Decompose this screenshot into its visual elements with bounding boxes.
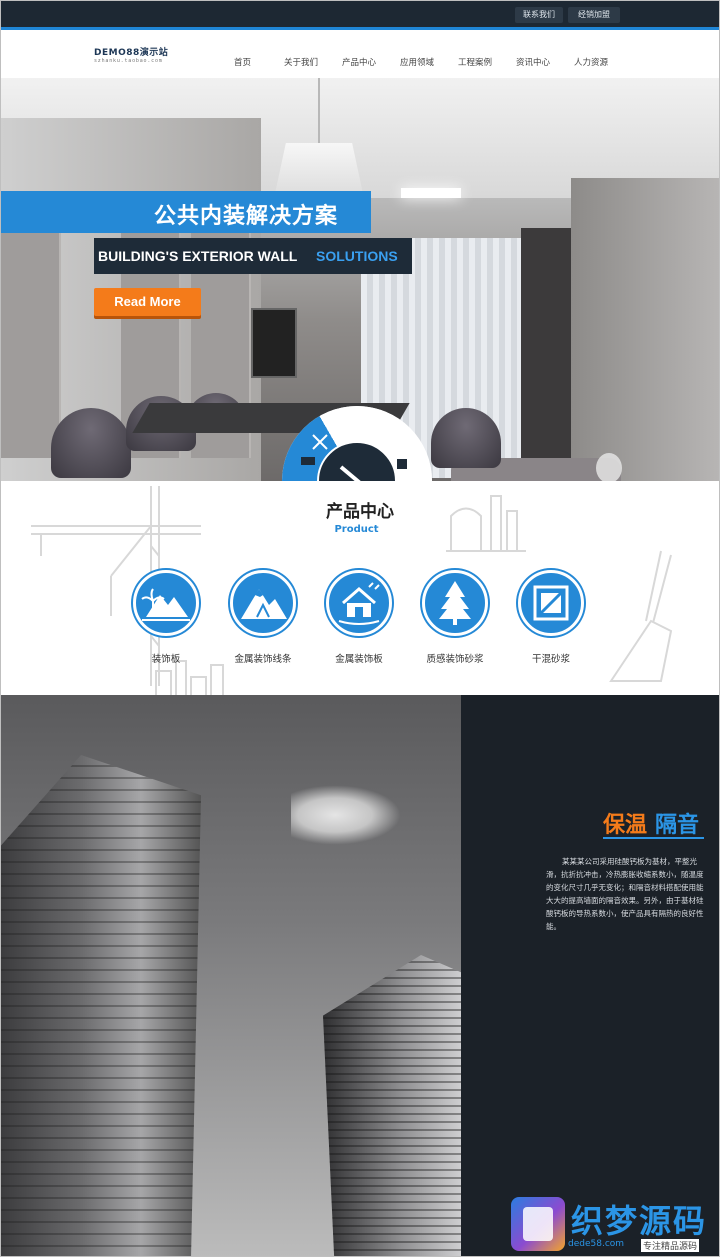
product-label-2[interactable]: 金属装饰线条 bbox=[218, 651, 308, 665]
nav-news[interactable]: 资讯中心 bbox=[516, 56, 550, 68]
watermark-logo-inner bbox=[523, 1207, 553, 1241]
insulation-section bbox=[1, 695, 719, 1256]
hero-subtitle: BUILDING'S EXTERIOR WALL bbox=[98, 248, 298, 264]
hero-tv bbox=[251, 308, 297, 378]
mountain-palm-icon bbox=[141, 588, 190, 621]
product-label-3[interactable]: 金属装饰板 bbox=[314, 651, 404, 665]
tree-icon bbox=[439, 581, 471, 625]
product-section-subtitle: Product bbox=[334, 524, 379, 535]
hero-wall-panel bbox=[1, 198, 61, 458]
product-item-3[interactable] bbox=[326, 570, 392, 636]
site-logo-url: szhanku.taobao.com bbox=[94, 58, 163, 64]
site-logo[interactable]: DEMO88演示站 bbox=[94, 45, 168, 58]
insulation-description: 某某某公司采用硅酸钙板为基材，平整光滑，抗折抗冲击，冷热膨胀收缩系数小，随温度的… bbox=[546, 857, 704, 931]
product-item-2[interactable] bbox=[230, 570, 296, 636]
house-icon bbox=[338, 582, 380, 625]
site-header: DEMO88演示站 szhanku.taobao.com 首页 关于我们 产品中… bbox=[1, 30, 719, 78]
product-section-title: 产品中心 bbox=[326, 502, 394, 522]
insulation-panel bbox=[461, 695, 719, 1256]
contact-us-link[interactable]: 联系我们 bbox=[515, 7, 563, 23]
page-frame: 联系我们 经销加盟 DEMO88演示站 szhanku.taobao.com 首… bbox=[0, 0, 720, 1257]
insulation-title-highlight: 隔音 bbox=[655, 813, 700, 838]
product-item-1[interactable] bbox=[133, 570, 199, 636]
insulation-title-underline bbox=[603, 837, 704, 839]
hero-pendant-wire bbox=[318, 78, 320, 148]
nav-home[interactable]: 首页 bbox=[234, 56, 251, 68]
nav-hr[interactable]: 人力资源 bbox=[574, 56, 608, 68]
crate-icon bbox=[533, 585, 569, 621]
product-label-4[interactable]: 质感装饰砂浆 bbox=[410, 651, 500, 665]
hero-dark-curtain bbox=[521, 228, 571, 478]
tools-icon bbox=[301, 418, 407, 469]
mountain-peak-icon bbox=[241, 589, 287, 619]
excavator-decoration-icon bbox=[609, 550, 673, 682]
hero-ceiling-light bbox=[401, 188, 461, 198]
cloud-image bbox=[291, 785, 401, 845]
hero-table-lamp bbox=[596, 453, 622, 481]
product-item-4[interactable] bbox=[422, 570, 488, 636]
nav-cases[interactable]: 工程案例 bbox=[458, 56, 492, 68]
dealer-join-link[interactable]: 经销加盟 bbox=[568, 7, 620, 23]
read-more-button[interactable]: Read More bbox=[94, 288, 201, 316]
hero-chair bbox=[51, 408, 131, 478]
hero-title: 公共内装解决方案 bbox=[154, 204, 339, 229]
watermark-url: dede58.com bbox=[568, 1239, 625, 1249]
product-label-1[interactable]: 装饰板 bbox=[121, 651, 211, 665]
watermark-brand: 织梦源码 bbox=[571, 1202, 708, 1240]
nav-about[interactable]: 关于我们 bbox=[284, 56, 318, 68]
insulation-title: 保温 bbox=[603, 813, 648, 838]
nav-products[interactable]: 产品中心 bbox=[342, 56, 376, 68]
product-label-5[interactable]: 干混砂浆 bbox=[506, 651, 596, 665]
hero-right-wall bbox=[571, 178, 719, 481]
hero-subtitle-highlight: SOLUTIONS bbox=[316, 248, 398, 264]
watermark-tagline: 专注精品源码 bbox=[641, 1239, 700, 1252]
skyscraper-windows bbox=[1, 755, 201, 1256]
top-bar: 联系我们 经销加盟 bbox=[1, 1, 719, 27]
nav-applications[interactable]: 应用领域 bbox=[400, 56, 434, 68]
product-item-5[interactable] bbox=[518, 570, 584, 636]
